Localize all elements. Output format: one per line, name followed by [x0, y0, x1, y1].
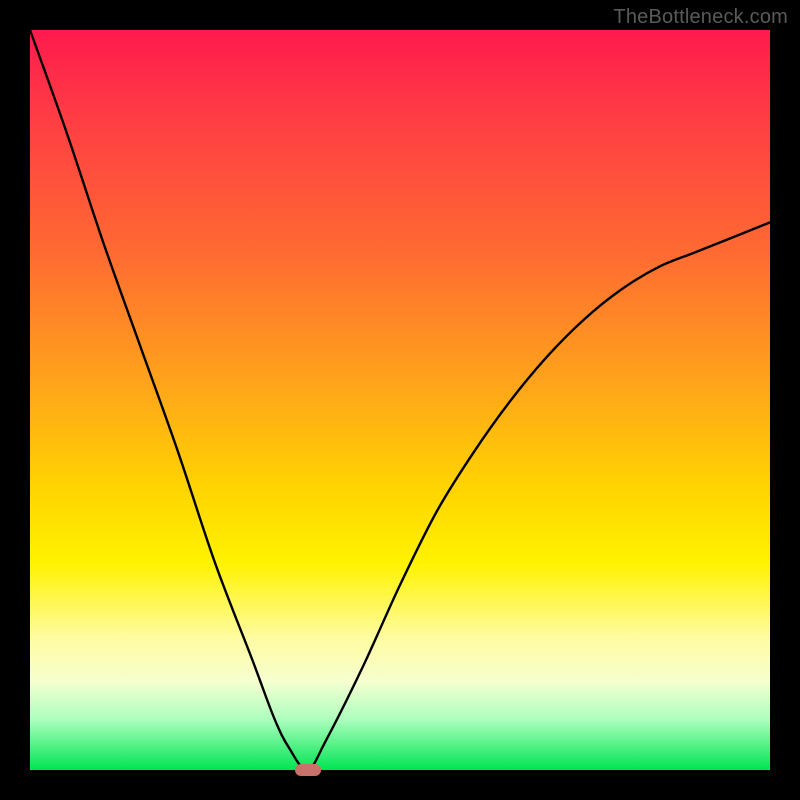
bottleneck-curve: [30, 30, 770, 770]
plot-area: [30, 30, 770, 770]
watermark-label: TheBottleneck.com: [613, 6, 788, 29]
min-marker: [295, 764, 321, 776]
curve-svg: [30, 30, 770, 770]
chart-frame: TheBottleneck.com: [0, 0, 800, 800]
